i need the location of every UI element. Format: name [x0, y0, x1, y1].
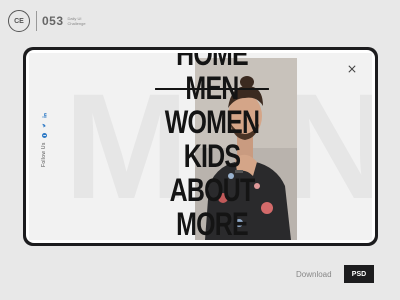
menu-item-home[interactable]: HOME	[154, 53, 271, 71]
follow-label: Follow Us	[41, 142, 47, 167]
facebook-icon[interactable]	[41, 132, 47, 138]
brand-header: CE 053 Daily UI Challenge	[8, 10, 102, 32]
challenge-number: 053	[42, 14, 64, 28]
menu-item-women[interactable]: WOMEN	[154, 105, 271, 139]
psd-download-button[interactable]: PSD	[344, 265, 374, 283]
menu-item-about[interactable]: ABOUT	[154, 173, 271, 207]
menu-item-men[interactable]: MEN	[154, 71, 271, 105]
main-menu: HOME MEN WOMEN KIDS ABOUT MORE	[137, 53, 287, 240]
linkedin-icon[interactable]	[41, 112, 47, 118]
menu-item-kids[interactable]: KIDS	[154, 139, 271, 173]
menu-item-label: WOMEN	[164, 104, 260, 140]
download-label[interactable]: Download	[296, 270, 332, 279]
twitter-icon[interactable]	[41, 122, 47, 128]
brand-subtitle-line2: Challenge	[67, 21, 86, 26]
device-screen: MEN	[26, 50, 375, 243]
device-frame: MEN	[23, 47, 378, 246]
menu-item-label: ABOUT	[169, 172, 256, 208]
menu-overlay: MEN	[29, 53, 372, 240]
brand-divider	[36, 11, 37, 31]
close-button[interactable]	[347, 65, 357, 75]
brand-subtitle: Daily UI Challenge	[68, 16, 102, 26]
active-strikethrough	[155, 88, 269, 90]
close-icon	[348, 65, 356, 73]
brand-logo: CE	[8, 10, 30, 32]
menu-item-label: MORE	[176, 206, 249, 240]
menu-item-label: KIDS	[183, 138, 241, 174]
menu-item-more[interactable]: MORE	[154, 207, 271, 240]
follow-us: Follow Us	[39, 87, 49, 167]
